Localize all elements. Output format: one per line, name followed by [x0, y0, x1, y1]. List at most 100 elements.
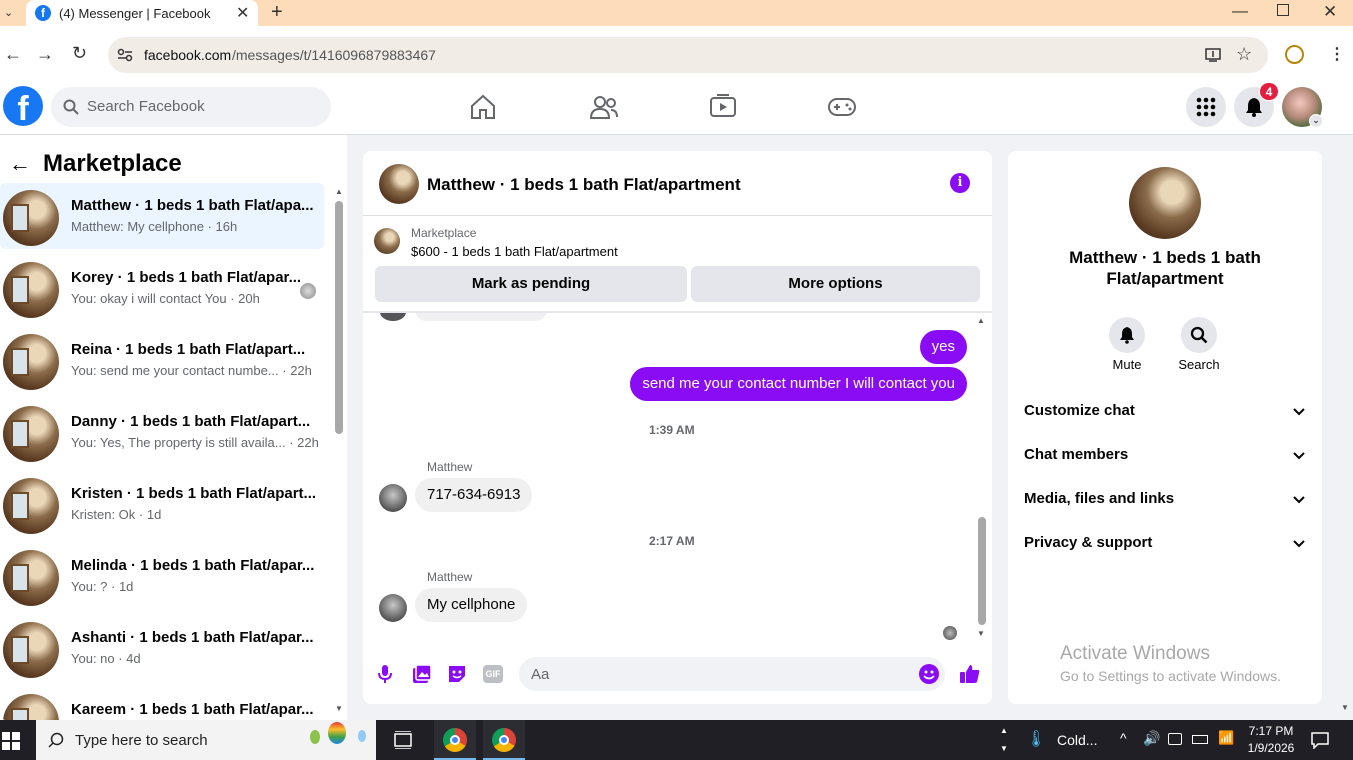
message-input[interactable]: Aa — [519, 657, 945, 691]
search-conversation-button[interactable] — [1181, 317, 1217, 353]
conversation-name: Kristen · 1 beds 1 bath Flat/apart... — [71, 485, 317, 502]
emoji-icon[interactable] — [919, 664, 939, 684]
mute-label: Mute — [1112, 357, 1142, 372]
media-files-links-section[interactable]: Media, files and links — [1024, 490, 1309, 520]
site-info-icon[interactable] — [117, 47, 133, 63]
clock-time: 7:17 PM — [1248, 724, 1294, 738]
friends-icon[interactable] — [589, 94, 619, 120]
menu-grid-icon[interactable] — [1186, 87, 1226, 127]
conversation-item[interactable]: Matthew · 1 beds 1 bath Flat/apa... Matt… — [0, 183, 324, 249]
conversation-item[interactable]: Danny · 1 beds 1 bath Flat/apart... You:… — [0, 399, 324, 465]
sender-avatar — [380, 313, 406, 321]
battery-icon[interactable] — [1192, 735, 1208, 744]
conversation-scrollbar[interactable] — [335, 201, 343, 434]
outgoing-message[interactable]: send me your contact number I will conta… — [630, 367, 967, 401]
conversation-item[interactable]: Korey · 1 beds 1 bath Flat/apar... You: … — [0, 255, 324, 321]
section-label: Chat members — [1024, 446, 1129, 463]
scroll-up-icon[interactable]: ▲ — [977, 316, 985, 325]
chat-avatar[interactable] — [379, 164, 419, 204]
conversation-item[interactable]: Reina · 1 beds 1 bath Flat/apart... You:… — [0, 327, 324, 393]
conversation-name: Matthew · 1 beds 1 bath Flat/apa... — [71, 197, 314, 214]
reload-icon[interactable]: ↻ — [72, 43, 87, 64]
listing-thumbnail — [374, 228, 400, 254]
search-facebook-input[interactable]: Search Facebook — [51, 87, 331, 127]
listing-avatar — [3, 190, 59, 246]
video-icon[interactable] — [709, 94, 737, 120]
scroll-down-icon[interactable]: ▼ — [335, 704, 343, 713]
customize-chat-section[interactable]: Customize chat — [1024, 402, 1309, 432]
weather-text[interactable]: Cold... — [1057, 732, 1097, 748]
chrome-taskbar-item[interactable] — [434, 720, 476, 760]
taskbar-clock[interactable]: 7:17 PM 1/9/2026 — [1240, 723, 1302, 757]
install-app-icon[interactable] — [1205, 47, 1221, 63]
taskbar-search-box[interactable]: Type here to search — [36, 720, 376, 760]
listing-avatar — [3, 262, 59, 318]
conversation-name: Kareem · 1 beds 1 bath Flat/apar... — [71, 701, 314, 718]
scroll-down-icon[interactable]: ▼ — [977, 629, 985, 638]
wifi-icon[interactable]: 📶 — [1218, 730, 1234, 746]
conversation-list-panel: ← Marketplace Matthew · 1 beds 1 bath Fl… — [0, 135, 347, 720]
chat-scrollbar[interactable] — [978, 517, 986, 625]
gaming-icon[interactable] — [827, 96, 857, 118]
chat-title[interactable]: Matthew · 1 beds 1 bath Flat/apartment — [427, 175, 741, 195]
conversation-item[interactable]: Melinda · 1 beds 1 bath Flat/apar... You… — [0, 543, 324, 609]
section-label: Media, files and links — [1024, 490, 1175, 507]
minimize-icon[interactable]: — — [1232, 3, 1248, 21]
account-chevron-icon[interactable]: ⌄ — [1309, 114, 1323, 128]
facebook-logo-icon[interactable]: f — [3, 86, 43, 128]
scroll-up-icon[interactable]: ▲ — [335, 187, 343, 196]
browser-tab[interactable]: f (4) Messenger | Facebook ✕ — [26, 0, 258, 26]
mute-button[interactable] — [1109, 317, 1145, 353]
back-icon[interactable]: ← — [4, 44, 22, 65]
url-domain: facebook.com — [144, 47, 232, 63]
meet-now-icon[interactable] — [1168, 733, 1182, 745]
window-close-icon[interactable]: ✕ — [1323, 2, 1337, 22]
info-icon[interactable]: i — [950, 173, 970, 193]
back-arrow-icon[interactable]: ← — [9, 151, 31, 177]
microphone-icon[interactable] — [377, 664, 393, 684]
show-hidden-icons-icon[interactable]: ^ — [1120, 730, 1127, 746]
task-view-icon[interactable] — [394, 731, 412, 749]
forward-icon[interactable]: → — [36, 44, 54, 65]
page-scroll-down-icon[interactable]: ▼ — [1341, 703, 1349, 712]
more-options-button[interactable]: More options — [691, 266, 980, 302]
incoming-message[interactable]: 717-634-6913 — [415, 478, 533, 512]
listing-avatar — [3, 550, 59, 606]
home-icon[interactable] — [469, 94, 497, 120]
listing-avatar — [3, 334, 59, 390]
listing-title[interactable]: $600 - 1 beds 1 bath Flat/apartment — [411, 244, 618, 259]
conversation-details-panel: Matthew · 1 beds 1 bath Flat/apartment M… — [1008, 151, 1322, 704]
chat-members-section[interactable]: Chat members — [1024, 446, 1309, 476]
mark-as-pending-button[interactable]: Mark as pending — [375, 266, 687, 302]
profile-icon[interactable] — [1285, 45, 1304, 64]
address-bar[interactable]: facebook.com/messages/t/1416096879883467… — [108, 37, 1268, 73]
tab-list-chevron-icon[interactable]: ⌄ — [4, 6, 13, 19]
timestamp: 1:39 AM — [649, 423, 695, 437]
taskbar-scroll-icon[interactable]: ▲ ▼ — [1000, 722, 1008, 758]
bookmark-star-icon[interactable]: ☆ — [1236, 44, 1252, 65]
windows-start-icon[interactable] — [2, 732, 20, 750]
sender-name: Matthew — [427, 460, 473, 474]
sticker-icon[interactable] — [447, 664, 467, 684]
privacy-support-section[interactable]: Privacy & support — [1024, 534, 1309, 564]
url-path: /messages/t/1416096879883467 — [232, 47, 436, 63]
thumbs-up-icon[interactable] — [959, 664, 981, 684]
details-avatar[interactable] — [1129, 167, 1201, 239]
section-label: Privacy & support — [1024, 534, 1153, 551]
conversation-item[interactable]: Kareem · 1 beds 1 bath Flat/apar... — [0, 687, 324, 720]
maximize-icon[interactable] — [1277, 4, 1289, 16]
new-tab-icon[interactable]: + — [271, 1, 283, 24]
conversation-item[interactable]: Ashanti · 1 beds 1 bath Flat/apar... You… — [0, 615, 324, 681]
volume-icon[interactable]: 🔊 — [1143, 730, 1160, 747]
outgoing-message[interactable]: yes — [919, 330, 967, 364]
chrome-taskbar-item[interactable] — [483, 720, 525, 760]
browser-menu-icon[interactable]: ⋮ — [1329, 44, 1345, 64]
tab-close-icon[interactable]: ✕ — [236, 3, 249, 23]
notification-center-icon[interactable] — [1311, 731, 1329, 749]
photo-icon[interactable] — [412, 664, 432, 684]
details-name: Matthew · 1 beds 1 bath Flat/apartment — [1069, 248, 1261, 288]
incoming-message[interactable]: My cellphone — [415, 588, 528, 622]
conversation-item[interactable]: Kristen · 1 beds 1 bath Flat/apart... Kr… — [0, 471, 324, 537]
facebook-favicon-icon: f — [35, 5, 51, 21]
gif-icon[interactable]: GIF — [483, 665, 503, 683]
